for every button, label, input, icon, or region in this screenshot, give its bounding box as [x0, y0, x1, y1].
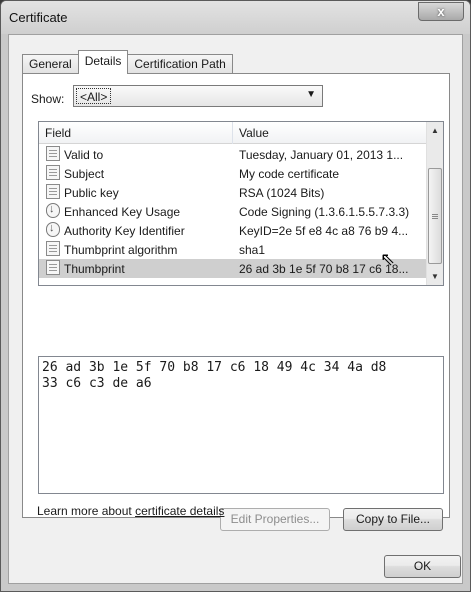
- list-item[interactable]: Public key RSA (1024 Bits): [39, 183, 427, 202]
- show-dropdown-value: <All>: [76, 88, 112, 104]
- certificate-details-link[interactable]: certificate details: [135, 504, 224, 518]
- value-line: 26 ad 3b 1e 5f 70 b8 17 c6 18 49 4c 34 4…: [42, 360, 387, 375]
- window-title: Certificate: [9, 10, 68, 25]
- document-icon: [46, 184, 60, 199]
- field-value: KeyID=2e 5f e8 4c a8 76 b9 4...: [239, 224, 409, 238]
- document-icon: [46, 165, 60, 180]
- extension-icon: [46, 222, 60, 237]
- column-header-value[interactable]: Value: [239, 126, 269, 140]
- ok-button[interactable]: OK: [384, 555, 461, 578]
- title-bar[interactable]: Certificate x: [1, 1, 470, 34]
- list-item[interactable]: Valid to Tuesday, January 01, 2013 1...: [39, 145, 427, 164]
- scroll-up-icon[interactable]: ▲: [427, 122, 443, 139]
- field-value: Code Signing (1.3.6.1.5.5.7.3.3): [239, 205, 410, 219]
- extension-icon: [46, 203, 60, 218]
- field-name: Subject: [64, 167, 105, 181]
- document-icon: [46, 260, 60, 275]
- document-icon: [46, 241, 60, 256]
- close-button[interactable]: x: [418, 2, 464, 21]
- tab-details[interactable]: Details: [77, 50, 129, 74]
- tab-general[interactable]: General: [22, 54, 79, 74]
- show-dropdown[interactable]: <All> ▼: [73, 85, 323, 107]
- list-item[interactable]: Thumbprint algorithm sha1: [39, 240, 427, 259]
- field-name: Thumbprint algorithm: [64, 243, 178, 257]
- field-name: Public key: [64, 186, 119, 200]
- dialog-body: General Details Certification Path Show:…: [8, 34, 463, 584]
- field-name: Authority Key Identifier: [64, 224, 185, 238]
- value-textbox[interactable]: 26 ad 3b 1e 5f 70 b8 17 c6 18 49 4c 34 4…: [38, 356, 444, 494]
- document-icon: [46, 146, 60, 161]
- edit-properties-button[interactable]: Edit Properties...: [220, 508, 330, 531]
- copy-to-file-button[interactable]: Copy to File...: [343, 508, 443, 531]
- mouse-cursor-icon: ⇖: [380, 249, 396, 269]
- column-header-field[interactable]: Field: [45, 126, 71, 140]
- vertical-scrollbar[interactable]: ▲ ▼: [426, 122, 443, 285]
- field-value: My code certificate: [239, 167, 340, 181]
- close-icon: x: [437, 4, 445, 19]
- list-item[interactable]: Enhanced Key Usage Code Signing (1.3.6.1…: [39, 202, 427, 221]
- scroll-down-icon[interactable]: ▼: [427, 268, 443, 285]
- tab-strip: General Details Certification Path: [22, 50, 233, 74]
- field-value: RSA (1024 Bits): [239, 186, 325, 200]
- details-panel: Show: <All> ▼ Field Value Valid to Tuesd…: [22, 73, 450, 531]
- field-name: Enhanced Key Usage: [64, 205, 181, 219]
- field-name: Thumbprint: [64, 262, 125, 276]
- chevron-down-icon: ▼: [306, 89, 316, 100]
- field-value: Tuesday, January 01, 2013 1...: [239, 148, 404, 162]
- tab-certification-path[interactable]: Certification Path: [127, 54, 233, 74]
- scrollbar-thumb[interactable]: [428, 168, 442, 264]
- learn-more-text: Learn more about certificate details: [37, 504, 224, 518]
- list-item-selected[interactable]: Thumbprint 26 ad 3b 1e 5f 70 b8 17 c6 18…: [39, 259, 427, 278]
- grip-icon: [432, 214, 438, 215]
- column-divider[interactable]: [232, 122, 233, 144]
- value-line: 33 c6 c3 de a6: [42, 376, 152, 391]
- show-label: Show:: [31, 92, 65, 106]
- list-item[interactable]: Subject My code certificate: [39, 164, 427, 183]
- certificate-dialog: Certificate x General Details Certificat…: [0, 0, 471, 592]
- field-value: sha1: [239, 243, 266, 257]
- list-item[interactable]: Authority Key Identifier KeyID=2e 5f e8 …: [39, 221, 427, 240]
- list-header: Field Value: [39, 122, 427, 144]
- field-value: 26 ad 3b 1e 5f 70 b8 17 c6 18...: [239, 262, 409, 276]
- field-name: Valid to: [64, 148, 104, 162]
- learn-more-prefix: Learn more about: [37, 504, 136, 518]
